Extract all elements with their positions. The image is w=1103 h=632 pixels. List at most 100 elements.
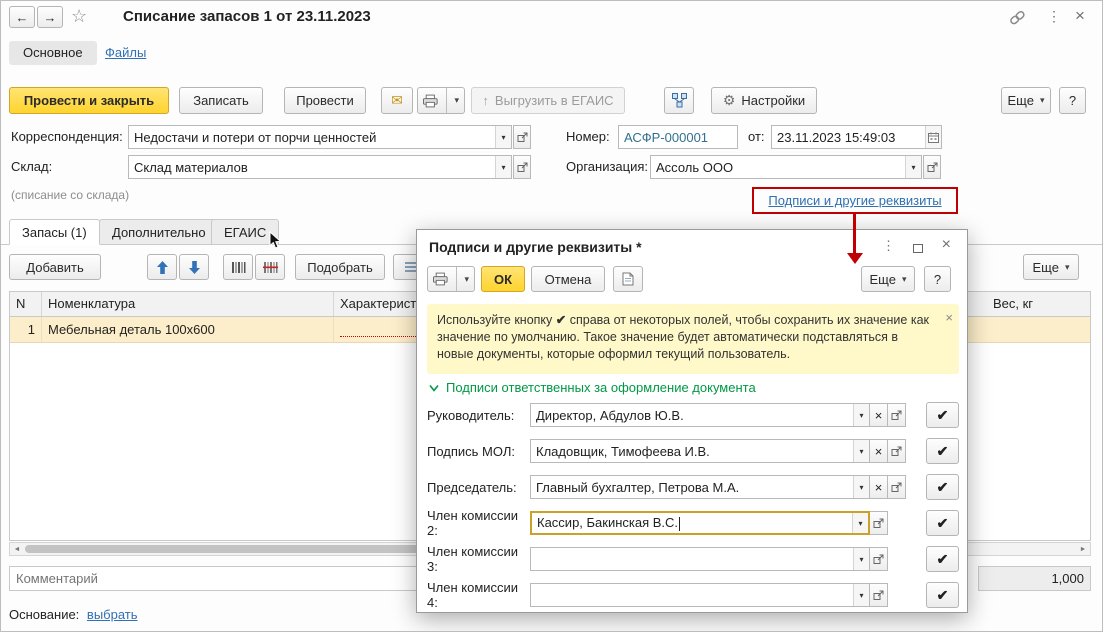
help-button[interactable]: ? xyxy=(1059,87,1086,114)
post-button[interactable]: Провести xyxy=(284,87,366,114)
member3-input[interactable]: ▾ xyxy=(530,547,870,571)
info-close-icon[interactable]: × xyxy=(945,310,953,325)
manager-input[interactable]: Директор, Абдулов Ю.В. ▾ xyxy=(530,403,870,427)
number-input[interactable]: АСФР-000001 xyxy=(618,125,738,149)
dropdown-icon[interactable]: ▾ xyxy=(853,584,869,606)
move-down-button[interactable] xyxy=(179,254,209,280)
cancel-button[interactable]: Отмена xyxy=(531,266,605,292)
save-default-button[interactable]: ✔ xyxy=(926,474,959,500)
clear-button[interactable]: × xyxy=(870,439,888,463)
field-label: Председатель: xyxy=(427,479,517,495)
warehouse-open-button[interactable] xyxy=(513,155,531,179)
open-button[interactable] xyxy=(870,547,888,571)
tab-additional[interactable]: Дополнительно xyxy=(99,219,219,245)
back-button[interactable]: ← xyxy=(9,6,35,28)
ok-button[interactable]: ОК xyxy=(481,266,525,292)
dialog-document-button[interactable] xyxy=(613,266,643,292)
organization-input[interactable]: Ассоль ООО ▾ xyxy=(650,155,922,179)
dialog-more-button[interactable]: Еще ▾ xyxy=(861,266,915,292)
chairman-value: Главный бухгалтер, Петрова М.А. xyxy=(536,479,740,495)
open-button[interactable] xyxy=(888,403,906,427)
open-button[interactable] xyxy=(888,475,906,499)
settings-button[interactable]: ⚙ Настройки xyxy=(711,87,817,114)
correspondence-input[interactable]: Недостачи и потери от порчи ценностей ▾ xyxy=(128,125,512,149)
star-glyph: ☆ xyxy=(71,6,88,26)
dropdown-icon[interactable]: ▾ xyxy=(853,548,869,570)
mol-input[interactable]: Кладовщик, Тимофеева И.В. ▾ xyxy=(530,439,870,463)
save-default-button[interactable]: ✔ xyxy=(926,582,959,608)
items-more-button[interactable]: Еще ▾ xyxy=(1023,254,1079,280)
member4-input[interactable]: ▾ xyxy=(530,583,870,607)
move-up-button[interactable] xyxy=(147,254,177,280)
clear-button[interactable]: × xyxy=(870,403,888,427)
tab-files[interactable]: Файлы xyxy=(105,45,146,60)
pick-button[interactable]: Подобрать xyxy=(295,254,385,280)
calendar-icon[interactable] xyxy=(925,126,941,148)
open-button[interactable] xyxy=(870,511,888,535)
add-row-button[interactable]: Добавить xyxy=(9,254,101,280)
favorite-star-icon[interactable]: ☆ xyxy=(71,6,87,27)
save-default-button[interactable]: ✔ xyxy=(926,510,959,536)
post-and-close-button[interactable]: Провести и закрыть xyxy=(9,87,169,114)
save-default-button[interactable]: ✔ xyxy=(926,546,959,572)
dialog-close-icon[interactable]: × xyxy=(942,236,951,254)
save-default-button[interactable]: ✔ xyxy=(926,402,959,428)
field-label: Руководитель: xyxy=(427,407,515,423)
mail-button[interactable]: ✉ xyxy=(381,87,413,114)
col-header-n[interactable]: N xyxy=(10,292,42,316)
barcode-button[interactable] xyxy=(223,254,253,280)
open-icon xyxy=(873,518,884,528)
tab-main[interactable]: Основное xyxy=(9,41,97,65)
linked-documents-button[interactable] xyxy=(664,87,694,114)
more-button[interactable]: Еще ▾ xyxy=(1001,87,1051,114)
copy-link-icon[interactable] xyxy=(1009,10,1026,28)
check-icon: ✔ xyxy=(936,442,949,459)
dropdown-icon[interactable]: ▾ xyxy=(853,476,869,498)
warehouse-dropdown-icon[interactable]: ▾ xyxy=(495,156,511,178)
dialog-maximize-icon[interactable] xyxy=(913,241,923,256)
kebab-menu-icon[interactable]: ⋮ xyxy=(1047,8,1061,25)
barcode-scanner-button[interactable] xyxy=(255,254,285,280)
dropdown-icon[interactable]: ▾ xyxy=(852,513,868,533)
basis-select-link[interactable]: выбрать xyxy=(87,607,138,622)
dialog-print-button[interactable]: ▾ xyxy=(427,266,475,292)
clear-button[interactable]: × xyxy=(870,475,888,499)
barcode-scanner-icon xyxy=(262,261,278,273)
dropdown-icon[interactable]: ▾ xyxy=(853,440,869,462)
open-button[interactable] xyxy=(870,583,888,607)
split-divider xyxy=(445,88,447,113)
organization-open-button[interactable] xyxy=(923,155,941,179)
member2-value: Кассир, Бакинская В.С. xyxy=(532,515,852,531)
forward-button[interactable]: → xyxy=(37,6,63,28)
cell-n[interactable]: 1 xyxy=(10,317,42,342)
signatures-link[interactable]: Подписи и другие реквизиты xyxy=(768,193,941,208)
dialog-help-button[interactable]: ? xyxy=(924,266,951,292)
member2-input[interactable]: Кассир, Бакинская В.С. ▾ xyxy=(530,511,870,535)
correspondence-open-button[interactable] xyxy=(513,125,531,149)
chairman-input[interactable]: Главный бухгалтер, Петрова М.А. ▾ xyxy=(530,475,870,499)
app-window: ← → ☆ Списание запасов 1 от 23.11.2023 ⋮… xyxy=(0,0,1103,632)
scroll-left-icon[interactable]: ◄ xyxy=(10,543,24,555)
dropdown-icon[interactable]: ▾ xyxy=(853,404,869,426)
organization-dropdown-icon[interactable]: ▾ xyxy=(905,156,921,178)
warehouse-input[interactable]: Склад материалов ▾ xyxy=(128,155,512,179)
open-icon xyxy=(873,554,884,564)
save-default-button[interactable]: ✔ xyxy=(926,438,959,464)
scroll-right-icon[interactable]: ► xyxy=(1076,543,1090,555)
open-button[interactable] xyxy=(888,439,906,463)
dialog-kebab-icon[interactable]: ⋮ xyxy=(882,238,895,254)
date-input[interactable]: 23.11.2023 15:49:03 xyxy=(771,125,942,149)
check-icon: ✔ xyxy=(936,550,949,567)
col-header-nomenclature[interactable]: Номенклатура xyxy=(42,292,334,316)
pick-label: Подобрать xyxy=(307,259,373,275)
print-button[interactable]: ▾ xyxy=(417,87,465,114)
split-divider xyxy=(455,267,457,291)
move-up-icon xyxy=(156,260,168,274)
cell-nomenclature[interactable]: Мебельная деталь 100х600 xyxy=(42,317,334,342)
tab-stock[interactable]: Запасы (1) xyxy=(9,219,100,245)
window-close-icon[interactable]: × xyxy=(1075,6,1085,26)
save-button[interactable]: Записать xyxy=(179,87,263,114)
annotation-arrow-line xyxy=(853,214,856,254)
correspondence-dropdown-icon[interactable]: ▾ xyxy=(495,126,511,148)
signatures-section-toggle[interactable]: Подписи ответственных за оформление доку… xyxy=(429,380,756,395)
